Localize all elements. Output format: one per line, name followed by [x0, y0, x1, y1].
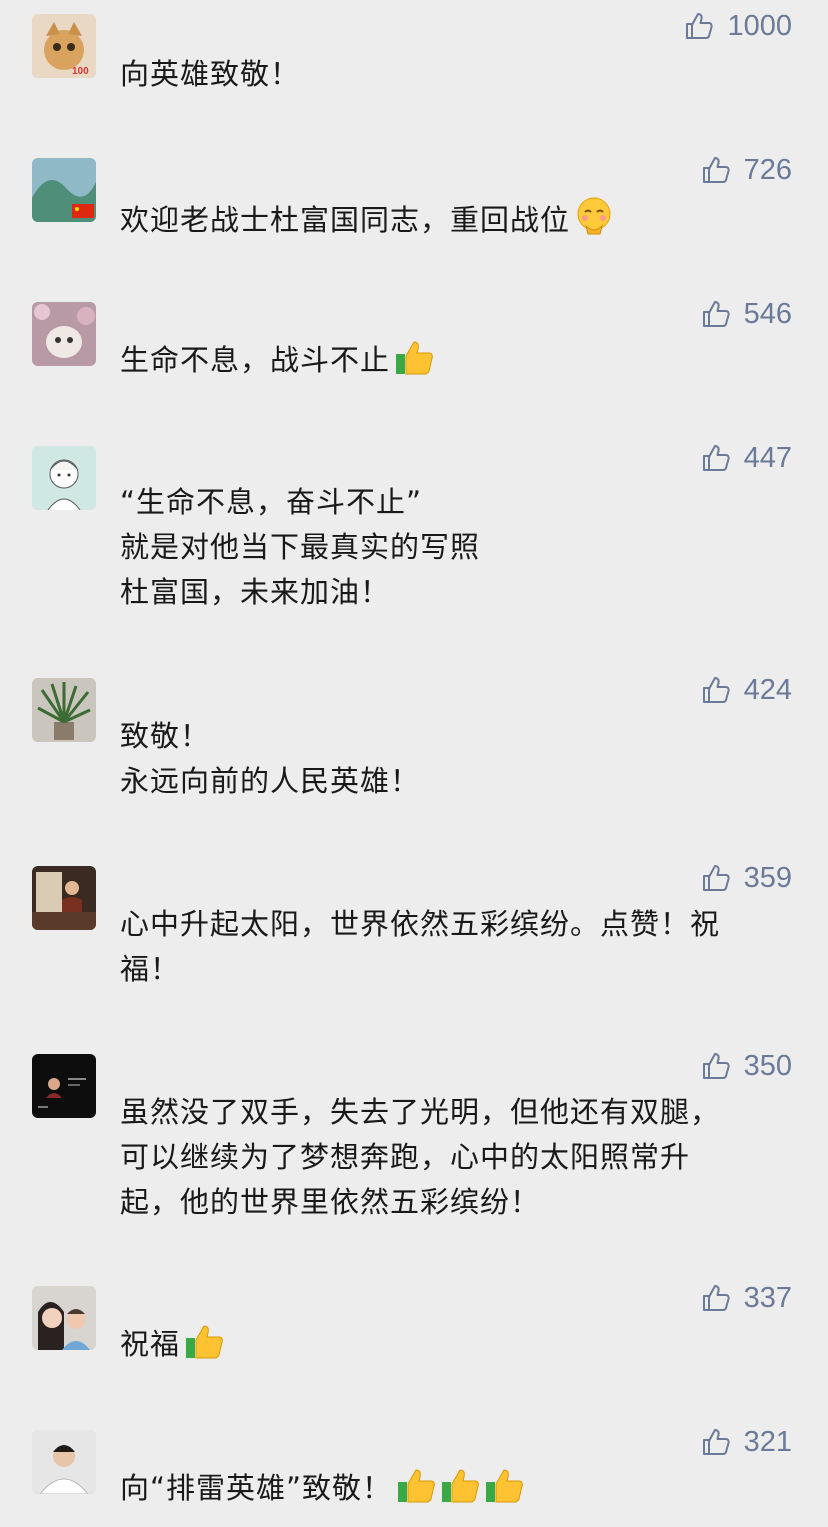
like-button[interactable]: 350 [700, 1048, 792, 1084]
thumbs-up-outline-icon [700, 298, 732, 330]
like-count: 447 [743, 442, 792, 474]
like-count: 424 [743, 674, 792, 706]
avatar[interactable] [32, 446, 96, 510]
avatar[interactable] [32, 302, 96, 366]
comment-text: 欢迎老战士杜富国同志，重回战位 [120, 196, 792, 243]
thumbs-up-emoji-icon [440, 1468, 480, 1504]
thumbs-up-emoji-icon [396, 1468, 436, 1504]
thumbs-up-outline-icon [700, 154, 732, 186]
like-button[interactable]: 447 [700, 440, 792, 476]
avatar[interactable] [32, 158, 96, 222]
thumbs-up-outline-icon [700, 442, 732, 474]
comment-text: 生命不息，战斗不止 [120, 338, 792, 383]
avatar[interactable]: 100 [32, 14, 96, 78]
like-count: 321 [743, 1426, 792, 1458]
thumbs-up-emoji-icon [394, 340, 434, 376]
svg-text:100: 100 [72, 66, 89, 77]
like-count: 350 [743, 1050, 792, 1082]
thumbs-up-emoji-icon [484, 1468, 524, 1504]
like-button[interactable]: 337 [700, 1280, 792, 1316]
avatar[interactable] [32, 1054, 96, 1118]
like-count: 546 [743, 298, 792, 330]
avatar[interactable] [32, 678, 96, 742]
thumbs-up-outline-icon [700, 1282, 732, 1314]
thumbs-up-emoji-icon [184, 1324, 224, 1360]
comment-text: 致敬！ 永远向前的人民英雄！ [120, 719, 421, 798]
like-button[interactable]: 546 [700, 296, 792, 332]
like-button[interactable]: 359 [700, 860, 792, 896]
comment-text: 心中升起太阳，世界依然五彩缤纷。点赞！祝 福！ [120, 907, 721, 986]
avatar[interactable] [32, 1286, 96, 1350]
comment-text: 向英雄致敬！ [120, 57, 301, 91]
like-count: 726 [743, 154, 792, 186]
comment-text: “生命不息，奋斗不止” 就是对他当下最真实的写照 杜富国，未来加油！ [120, 485, 481, 609]
like-button[interactable]: 1000 [683, 8, 792, 44]
blush-hand-emoji-icon [574, 196, 614, 236]
comment-text: 向“排雷英雄”致敬！ [120, 1466, 792, 1511]
avatar[interactable] [32, 1430, 96, 1494]
thumbs-up-outline-icon [700, 862, 732, 894]
thumbs-up-outline-icon [700, 674, 732, 706]
thumbs-up-outline-icon [683, 10, 715, 42]
like-count: 337 [743, 1282, 792, 1314]
like-button[interactable]: 726 [700, 152, 792, 188]
like-count: 1000 [727, 10, 792, 42]
like-count: 359 [743, 862, 792, 894]
thumbs-up-outline-icon [700, 1426, 732, 1458]
thumbs-up-outline-icon [700, 1050, 732, 1082]
avatar[interactable] [32, 866, 96, 930]
like-button[interactable]: 321 [700, 1424, 792, 1460]
like-button[interactable]: 424 [700, 672, 792, 708]
comment-list: 100 1000 向英雄致敬！ 726 欢迎老战士杜富国同志，重回战位 546 … [0, 0, 828, 1527]
comment-text: 虽然没了双手，失去了光明，但他还有双腿， 可以继续为了梦想奔跑，心中的太阳照常升… [120, 1095, 721, 1219]
comment-text: 祝福 [120, 1322, 792, 1367]
